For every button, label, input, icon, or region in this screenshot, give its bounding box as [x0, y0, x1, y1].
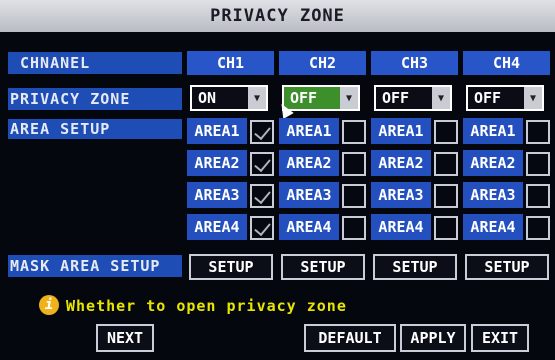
privacy-zone-select-ch2[interactable]: OFF ▼ — [282, 85, 360, 111]
area-label-ch1-area3: AREA3 — [187, 182, 247, 208]
channel-header-ch4: CH4 — [463, 51, 550, 75]
next-button[interactable]: NEXT — [96, 324, 154, 352]
channel-header-ch1: CH1 — [187, 51, 274, 75]
area-checkbox-ch1-area4[interactable] — [250, 216, 274, 240]
area-checkbox-ch1-area2[interactable] — [250, 152, 274, 176]
area-label-ch3-area3: AREA3 — [371, 182, 431, 208]
privacy-zone-value: ON — [198, 89, 217, 107]
area-checkbox-ch1-area1[interactable] — [250, 120, 274, 144]
area-checkbox-ch4-area1[interactable] — [526, 120, 550, 144]
area-label-ch2-area2: AREA2 — [279, 150, 339, 176]
area-checkbox-ch4-area4[interactable] — [526, 216, 550, 240]
area-checkbox-ch3-area4[interactable] — [434, 216, 458, 240]
area-checkbox-ch3-area3[interactable] — [434, 184, 458, 208]
apply-button[interactable]: APPLY — [400, 324, 466, 352]
area-label-ch4-area2: AREA2 — [463, 150, 523, 176]
area-checkbox-ch3-area1[interactable] — [434, 120, 458, 144]
area-label-ch2-area3: AREA3 — [279, 182, 339, 208]
area-label-ch1-area2: AREA2 — [187, 150, 247, 176]
area-checkbox-ch3-area2[interactable] — [434, 152, 458, 176]
area-label-ch2-area1: AREA1 — [279, 118, 339, 144]
area-label-ch3-area1: AREA1 — [371, 118, 431, 144]
area-checkbox-ch2-area1[interactable] — [342, 120, 366, 144]
area-checkbox-ch1-area3[interactable] — [250, 184, 274, 208]
area-label-ch4-area4: AREA4 — [463, 214, 523, 240]
privacy-zone-select-ch4[interactable]: OFF ▼ — [466, 85, 544, 111]
area-checkbox-ch2-area4[interactable] — [342, 216, 366, 240]
area-checkbox-ch2-area2[interactable] — [342, 152, 366, 176]
info-message: Whether to open privacy zone — [66, 297, 347, 315]
mask-setup-button-ch2[interactable]: SETUP — [281, 254, 365, 280]
info-icon: i — [39, 295, 59, 315]
area-label-ch3-area2: AREA2 — [371, 150, 431, 176]
privacy-zone-select-ch1[interactable]: ON ▼ — [190, 85, 268, 111]
area-label-ch1-area4: AREA4 — [187, 214, 247, 240]
exit-button[interactable]: EXIT — [471, 324, 529, 352]
area-setup-row-label: AREA SETUP — [8, 119, 182, 139]
area-label-ch2-area4: AREA4 — [279, 214, 339, 240]
privacy-zone-value: OFF — [382, 89, 410, 107]
area-label-ch4-area3: AREA3 — [463, 182, 523, 208]
privacy-zone-value: OFF — [474, 89, 502, 107]
privacy-zone-value: OFF — [290, 89, 318, 107]
mask-setup-button-ch3[interactable]: SETUP — [373, 254, 457, 280]
chevron-down-icon: ▼ — [432, 87, 450, 109]
channel-header-ch2: CH2 — [279, 51, 366, 75]
channel-header-ch3: CH3 — [371, 51, 458, 75]
area-checkbox-ch4-area2[interactable] — [526, 152, 550, 176]
area-label-ch3-area4: AREA4 — [371, 214, 431, 240]
chevron-down-icon: ▼ — [340, 87, 358, 109]
chevron-down-icon: ▼ — [248, 87, 266, 109]
privacy-zone-row-label: PRIVACY ZONE — [8, 88, 182, 110]
area-label-ch1-area1: AREA1 — [187, 118, 247, 144]
mask-setup-button-ch1[interactable]: SETUP — [189, 254, 273, 280]
privacy-zone-select-ch3[interactable]: OFF ▼ — [374, 85, 452, 111]
mask-setup-button-ch4[interactable]: SETUP — [465, 254, 549, 280]
chevron-down-icon: ▼ — [524, 87, 542, 109]
default-button[interactable]: DEFAULT — [304, 324, 396, 352]
area-checkbox-ch4-area3[interactable] — [526, 184, 550, 208]
mask-area-setup-row-label: MASK AREA SETUP — [8, 255, 182, 277]
area-label-ch4-area1: AREA1 — [463, 118, 523, 144]
dialog-title: PRIVACY ZONE — [0, 0, 555, 32]
area-checkbox-ch2-area3[interactable] — [342, 184, 366, 208]
channel-row-label: CHNANEL — [8, 52, 182, 74]
